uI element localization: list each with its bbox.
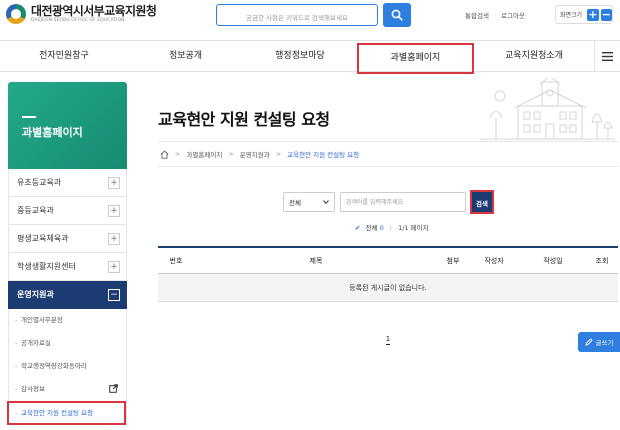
- logo-title: 대전광역시서부교육지원청: [31, 4, 157, 18]
- board-table: 번호 제목 첨부 작성자 작성일 조회 등록된 게시글이 없습니다.: [158, 246, 618, 302]
- submenu-item-audit-info[interactable]: - 감사정보: [9, 378, 126, 401]
- board-search-form: 전체 검색: [283, 190, 494, 214]
- logout-link[interactable]: 로그아웃: [501, 10, 525, 20]
- zoom-control: 화면크기 + −: [555, 5, 613, 24]
- school-building-illustration: [480, 78, 615, 140]
- column-header-author: 작성자: [484, 257, 504, 265]
- sidebar-item-label: 운영지원과: [17, 290, 54, 299]
- home-icon[interactable]: [160, 149, 169, 159]
- count-separator: |: [389, 224, 392, 232]
- bullet-icon: -: [15, 409, 18, 417]
- sidebar-item-secondary[interactable]: 중등교육과 +: [8, 197, 127, 225]
- bullet-icon: -: [15, 385, 18, 393]
- board-search-button[interactable]: 검색: [470, 190, 494, 214]
- submenu-label: 공개자료실: [21, 339, 51, 347]
- utility-links: 통합검색 · 로그아웃: [465, 10, 525, 20]
- total-label: 전체: [365, 224, 378, 232]
- sidebar-item-lifelong[interactable]: 평생교육체육과 +: [8, 225, 127, 253]
- page-info: 1/1 페이지: [398, 224, 429, 232]
- page-number: 1: [385, 335, 391, 345]
- submenu-label: 감사정보: [21, 385, 45, 393]
- post-count: ✔ 전체 0 | 1/1 페이지: [355, 222, 429, 232]
- nav-item-about-office[interactable]: 교육지원청소개: [474, 41, 594, 72]
- search-scope-select[interactable]: 전체: [283, 192, 335, 212]
- write-post-button[interactable]: 글쓰기: [578, 332, 620, 352]
- breadcrumb: > 과별홈페이지 > 운영지원과 > 교육현안 지원 컨설팅 요청: [158, 141, 618, 167]
- main-navigation: 전자민원창구 정보공개 행정정보마당 과별홈페이지 교육지원청소개: [0, 40, 620, 74]
- page: 대전광역시서부교육지원청 DAEJEON SEOBU OFFICE OF EDU…: [0, 0, 620, 430]
- table-header: 번호 제목 첨부 작성자 작성일 조회: [158, 246, 618, 274]
- sidebar-item-label: 학생생활지원센터: [17, 262, 76, 271]
- nav-item-civil-service[interactable]: 전자민원창구: [0, 41, 128, 72]
- submenu-item-admin-club[interactable]: - 학교행정역량강화동아리: [9, 355, 126, 378]
- sidebar-item-elementary[interactable]: 유초등교육과 +: [8, 169, 127, 197]
- submenu-item-consulting-request[interactable]: - 교육현안 지원 컨설팅 요청: [7, 401, 126, 425]
- sidebar-item-label: 평생교육체육과: [17, 234, 69, 243]
- column-header-attachment: 첨부: [446, 257, 460, 265]
- sidebar-title: 과별홈페이지: [22, 126, 83, 139]
- total-count: 0: [379, 224, 384, 232]
- logo-subtitle: DAEJEON SEOBU OFFICE OF EDUCATION: [31, 18, 125, 23]
- write-post-label: 글쓰기: [595, 339, 614, 347]
- sidebar-item-label: 중등교육과: [17, 206, 54, 215]
- global-search-box: [216, 4, 378, 28]
- sidebar-item-label: 유초등교육과: [17, 178, 62, 187]
- pagination-current-page[interactable]: 1: [378, 331, 398, 351]
- breadcrumb-current: 교육현안 지원 컨설팅 요청: [287, 151, 360, 159]
- utility-divider: ·: [493, 11, 496, 19]
- global-search-button[interactable]: [383, 3, 411, 27]
- chevron-down-icon: [323, 200, 329, 204]
- sidebar-header-accent: [22, 116, 36, 118]
- submenu-item-public-data[interactable]: - 공개자료실: [9, 332, 126, 355]
- sidebar-menu: 유초등교육과 + 중등교육과 + 평생교육체육과 + 학생생활지원센터 + 운영…: [7, 169, 127, 425]
- column-header-date: 작성일: [543, 257, 563, 265]
- hamburger-icon: [602, 52, 613, 61]
- bullet-icon: -: [15, 316, 18, 324]
- zoom-out-button[interactable]: −: [600, 8, 612, 21]
- logo-emblem-icon: [6, 4, 26, 24]
- breadcrumb-separator: >: [228, 150, 234, 158]
- breadcrumb-separator: >: [275, 150, 282, 158]
- zoom-label: 화면크기: [560, 12, 583, 19]
- breadcrumb-item[interactable]: 과별홈페이지: [186, 149, 222, 159]
- breadcrumb-separator: >: [175, 150, 181, 158]
- site-header: 대전광역시서부교육지원청 DAEJEON SEOBU OFFICE OF EDU…: [0, 0, 620, 38]
- zoom-in-button[interactable]: +: [587, 8, 599, 21]
- integrated-search-link[interactable]: 통합검색: [465, 10, 489, 20]
- site-logo[interactable]: 대전광역시서부교육지원청 DAEJEON SEOBU OFFICE OF EDU…: [6, 4, 157, 24]
- expand-icon[interactable]: +: [108, 177, 120, 189]
- sidebar-header: 과별홈페이지: [8, 82, 127, 169]
- empty-message: 등록된 게시글이 없습니다.: [158, 274, 618, 302]
- collapse-icon[interactable]: −: [108, 289, 120, 301]
- nav-item-admin-info[interactable]: 행정정보마당: [243, 41, 357, 72]
- expand-icon[interactable]: +: [108, 261, 120, 273]
- bullet-icon: -: [15, 339, 18, 347]
- column-header-number: 번호: [169, 257, 183, 265]
- submenu-item-staff-duties[interactable]: - 개인별사무분장: [9, 309, 126, 332]
- nav-item-info-disclosure[interactable]: 정보공개: [128, 41, 243, 72]
- pencil-icon: [584, 338, 593, 346]
- sidebar-item-student-center[interactable]: 학생생활지원센터 +: [8, 253, 127, 281]
- search-scope-value: 전체: [289, 199, 301, 207]
- global-search-input[interactable]: [217, 8, 377, 28]
- column-header-title: 제목: [309, 257, 323, 265]
- nav-item-department-homepage[interactable]: 과별홈페이지: [357, 43, 474, 74]
- page-title: 교육현안 지원 컨설팅 요청: [158, 110, 330, 129]
- external-link-icon: [109, 384, 118, 393]
- keyword-input[interactable]: [340, 192, 466, 212]
- sidebar-submenu: - 개인별사무분장 - 공개자료실 - 학교행정역량강화동아리 - 감사정보 -: [7, 309, 127, 425]
- expand-icon[interactable]: +: [108, 233, 120, 245]
- submenu-label: 학교행정역량강화동아리: [21, 362, 87, 370]
- search-icon: [391, 9, 403, 21]
- expand-icon[interactable]: +: [108, 205, 120, 217]
- breadcrumb-item[interactable]: 운영지원과: [240, 149, 270, 159]
- sidebar-item-operations[interactable]: 운영지원과 −: [8, 281, 127, 309]
- all-menu-button[interactable]: [594, 41, 620, 72]
- column-header-views: 조회: [595, 257, 609, 265]
- check-icon: ✔: [355, 224, 361, 232]
- submenu-label: 개인별사무분장: [21, 316, 63, 324]
- submenu-label: 교육현안 지원 컨설팅 요청: [21, 409, 93, 417]
- bullet-icon: -: [15, 362, 18, 370]
